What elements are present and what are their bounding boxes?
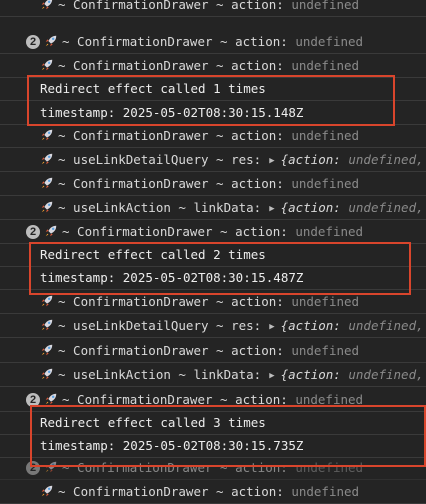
triangle-right-icon[interactable]: ▶	[269, 149, 274, 171]
console-log-row[interactable]: ~ ConfirmationDrawer ~ action: undefined	[0, 172, 426, 196]
console-log-message[interactable]: Redirect effect called 3 times	[0, 411, 426, 435]
rocket-icon	[45, 225, 57, 237]
log-value: undefined	[295, 460, 364, 475]
log-value: undefined	[291, 0, 360, 12]
log-prefix: ~ ConfirmationDrawer ~ action:	[58, 0, 284, 12]
log-value: undefined	[291, 176, 360, 191]
object-preview[interactable]: {action: undefined,	[281, 318, 424, 333]
rocket-icon	[41, 485, 53, 497]
console-log-row[interactable]: ~ ConfirmationDrawer ~ action: undefined	[0, 54, 426, 78]
repeat-count-badge: 2	[26, 393, 40, 407]
object-key: {action:	[280, 152, 341, 167]
log-prefix: ~ useLinkDetailQuery ~ res:	[58, 318, 262, 333]
log-prefix: ~ useLinkAction ~ linkData:	[58, 200, 262, 215]
console-log-row[interactable]: ~ ConfirmationDrawer ~ action: undefined	[0, 339, 426, 363]
console-log-message[interactable]: timestamp: 2025-05-02T08:30:15.487Z	[0, 266, 426, 290]
console-log-message[interactable]: Redirect effect called 2 times	[0, 243, 426, 267]
rocket-icon	[41, 59, 53, 71]
log-prefix: ~ ConfirmationDrawer ~ action:	[58, 128, 284, 143]
console-log-message[interactable]: timestamp: 2025-05-02T08:30:15.148Z	[0, 101, 426, 125]
console-log-message[interactable]: timestamp: 2025-05-02T08:30:15.735Z	[0, 434, 426, 458]
log-prefix: ~ ConfirmationDrawer ~ action:	[62, 34, 288, 49]
object-value: undefined,	[348, 200, 424, 215]
log-value: undefined	[291, 343, 360, 358]
console-log-row[interactable]: 2 ~ ConfirmationDrawer ~ action: undefin…	[0, 220, 426, 244]
console-log-message[interactable]: Redirect effect called 1 times	[0, 77, 426, 101]
object-value: undefined,	[348, 367, 424, 382]
console-log-row[interactable]: ~ ConfirmationDrawer ~ action: undefined	[0, 124, 426, 148]
log-prefix: ~ ConfirmationDrawer ~ action:	[58, 484, 284, 499]
object-key: {action:	[280, 318, 341, 333]
timestamp-message: timestamp: 2025-05-02T08:30:15.487Z	[40, 270, 304, 285]
timestamp-message: timestamp: 2025-05-02T08:30:15.735Z	[40, 438, 304, 453]
console-log-row[interactable]: ~ ConfirmationDrawer ~ action: undefined	[0, 0, 426, 17]
rocket-icon	[45, 35, 57, 47]
object-preview[interactable]: {action: undefined,	[281, 367, 424, 382]
log-value: undefined	[291, 58, 360, 73]
triangle-right-icon[interactable]: ▶	[269, 315, 274, 337]
console-log-row[interactable]: ~ ConfirmationDrawer ~ action: undefined	[0, 480, 426, 504]
rocket-icon	[41, 344, 53, 356]
log-value: undefined	[295, 392, 364, 407]
rocket-icon	[41, 201, 53, 213]
rocket-icon	[41, 153, 53, 165]
log-value: undefined	[295, 224, 364, 239]
log-value: undefined	[291, 294, 360, 309]
object-preview[interactable]: {action: undefined,	[281, 152, 424, 167]
repeat-count-badge: 2	[26, 461, 40, 475]
console-log-row[interactable]: ~ useLinkAction ~ linkData: ▶ {action: und…	[0, 196, 426, 220]
triangle-right-icon[interactable]: ▶	[269, 197, 274, 219]
object-value: undefined,	[348, 152, 424, 167]
log-prefix: ~ ConfirmationDrawer ~ action:	[62, 392, 288, 407]
object-key: {action:	[280, 367, 341, 382]
log-prefix: ~ ConfirmationDrawer ~ action:	[58, 294, 284, 309]
log-prefix: ~ ConfirmationDrawer ~ action:	[58, 176, 284, 191]
log-prefix: ~ useLinkAction ~ linkData:	[58, 367, 262, 382]
log-value: undefined	[291, 484, 360, 499]
rocket-icon	[41, 319, 53, 331]
log-prefix: ~ ConfirmationDrawer ~ action:	[62, 460, 288, 475]
log-value: undefined	[295, 34, 364, 49]
rocket-icon	[41, 295, 53, 307]
log-prefix: ~ ConfirmationDrawer ~ action:	[58, 58, 284, 73]
rocket-icon	[41, 129, 53, 141]
log-prefix: ~ useLinkDetailQuery ~ res:	[58, 152, 262, 167]
object-value: undefined,	[348, 318, 424, 333]
rocket-icon	[41, 368, 53, 380]
object-key: {action:	[280, 200, 341, 215]
rocket-icon	[45, 461, 57, 473]
redirect-message: Redirect effect called 2 times	[40, 247, 266, 262]
redirect-message: Redirect effect called 1 times	[40, 81, 266, 96]
console-log-row[interactable]: 2 ~ ConfirmationDrawer ~ action: undefin…	[0, 388, 426, 412]
console-log-row[interactable]: ~ useLinkDetailQuery ~ res: ▶ {action: und…	[0, 314, 426, 338]
console-log-row[interactable]: 2 ~ ConfirmationDrawer ~ action: undefin…	[0, 30, 426, 54]
log-prefix: ~ ConfirmationDrawer ~ action:	[62, 224, 288, 239]
object-preview[interactable]: {action: undefined,	[281, 200, 424, 215]
log-prefix: ~ ConfirmationDrawer ~ action:	[58, 343, 284, 358]
console-log-row[interactable]: ~ ConfirmationDrawer ~ action: undefined	[0, 290, 426, 314]
console-log-row[interactable]: ~ useLinkAction ~ linkData: ▶ {action: und…	[0, 363, 426, 387]
triangle-right-icon[interactable]: ▶	[269, 364, 274, 386]
redirect-message: Redirect effect called 3 times	[40, 415, 266, 430]
timestamp-message: timestamp: 2025-05-02T08:30:15.148Z	[40, 105, 304, 120]
rocket-icon	[41, 177, 53, 189]
log-value: undefined	[291, 128, 360, 143]
console-log-row[interactable]: 2 ~ ConfirmationDrawer ~ action: undefin…	[0, 456, 426, 480]
rocket-icon	[41, 0, 53, 10]
console-log-panel: ~ ConfirmationDrawer ~ action: undefined…	[0, 0, 426, 504]
repeat-count-badge: 2	[26, 225, 40, 239]
console-log-row[interactable]: ~ useLinkDetailQuery ~ res: ▶ {action: und…	[0, 148, 426, 172]
rocket-icon	[45, 393, 57, 405]
repeat-count-badge: 2	[26, 35, 40, 49]
